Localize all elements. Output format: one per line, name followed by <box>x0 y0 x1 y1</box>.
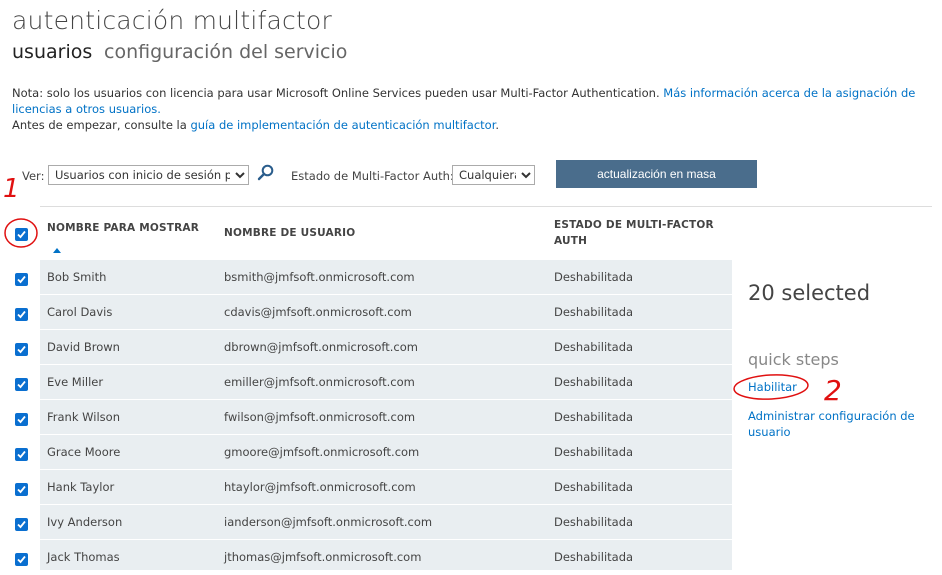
annotation-circle-1 <box>4 218 38 248</box>
annotation-overlay: 1 2 <box>3 174 842 407</box>
annotation-number-1: 1 <box>3 174 20 204</box>
annotation-circle-2 <box>733 374 809 400</box>
annotation-number-2: 2 <box>824 374 842 407</box>
